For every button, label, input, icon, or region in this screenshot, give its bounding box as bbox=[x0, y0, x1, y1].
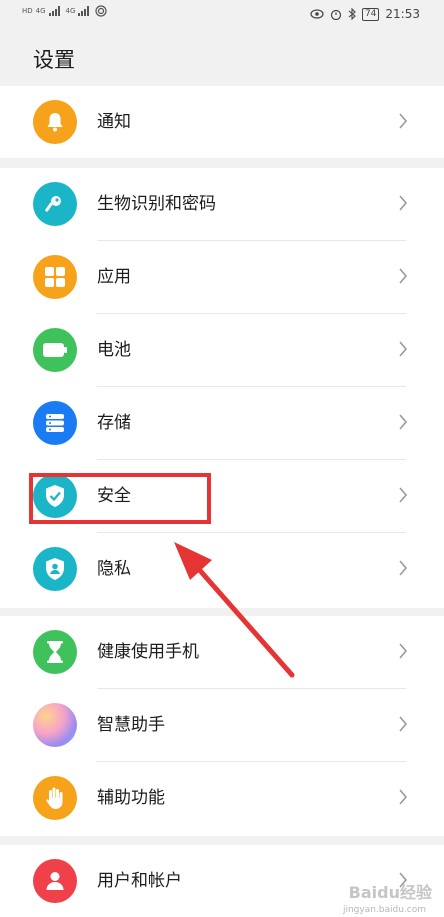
settings-screen: HD 4G 4G 74 21:53 设置 通知 生物识别和密码 应用 电池 存储… bbox=[0, 0, 444, 917]
watermark-url: jingyan.baidu.com bbox=[342, 905, 426, 915]
watermark: Baidu经验 bbox=[348, 883, 432, 902]
annotation-arrow-icon bbox=[174, 542, 295, 678]
